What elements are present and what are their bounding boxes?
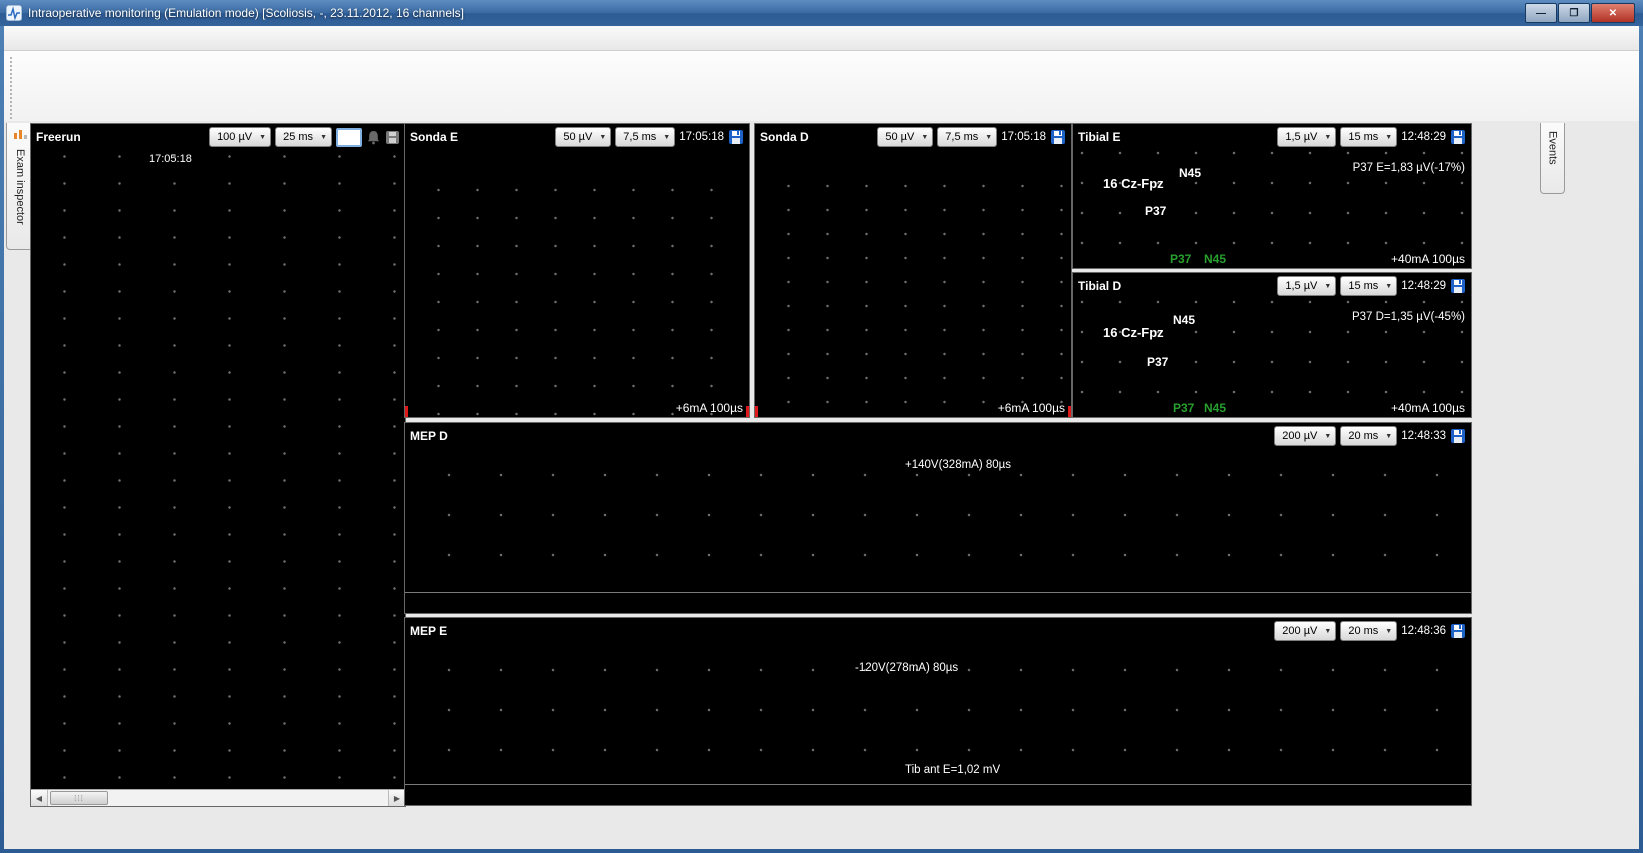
menu-bar — [4, 26, 1639, 51]
p37-cursor-label: P37 — [1173, 401, 1194, 415]
maximize-button[interactable]: ❐ — [1558, 3, 1590, 23]
capture-time: 12:48:29 — [1401, 131, 1446, 143]
electrode-label: 16 Cz-Fpz — [1103, 176, 1164, 191]
mep-e-panel: MEP E 200 µV▼ 20 ms▼ 12:48:36 -120V(278m… — [404, 617, 1472, 806]
chevron-down-icon: ▼ — [1385, 628, 1392, 635]
sweep-dropdown[interactable]: 15 ms▼ — [1340, 276, 1397, 296]
tibial-e-panel: Tibial E 1,5 µV▼ 15 ms▼ 12:48:29 16 Cz-F… — [1072, 123, 1472, 269]
scroll-right-arrow[interactable]: ▶ — [388, 790, 405, 806]
sonda-d-panel: Sonda D 50 µV▼ 7,5 ms▼ 17:05:18 +6mA 100… — [754, 123, 1072, 418]
p37-cursor-label: P37 — [1170, 252, 1191, 266]
scroll-thumb[interactable]: ⁞⁞⁞ — [50, 791, 108, 805]
panel-title: MEP D — [410, 429, 448, 443]
display-box-icon[interactable] — [336, 128, 362, 147]
capture-time: 12:48:36 — [1401, 625, 1446, 637]
chevron-down-icon: ▼ — [1324, 134, 1331, 141]
chevron-down-icon: ▼ — [1385, 134, 1392, 141]
stim-intensity-label: +40mA 100µs — [1391, 252, 1465, 266]
capture-time: 12:48:33 — [1401, 430, 1446, 442]
p37-marker-label: P37 — [1145, 204, 1166, 218]
mep-d-panel: MEP D 200 µV▼ 20 ms▼ 12:48:33 +140V(328m… — [404, 422, 1472, 614]
scale-dropdown[interactable]: 50 µV▼ — [877, 127, 933, 147]
scale-dropdown[interactable]: 1,5 µV▼ — [1277, 276, 1336, 296]
app-window: Intraoperative monitoring (Emulation mod… — [0, 0, 1643, 853]
chevron-down-icon: ▼ — [663, 134, 670, 141]
stim-intensity-label: +40mA 100µs — [1391, 401, 1465, 415]
chevron-down-icon: ▼ — [1385, 283, 1392, 290]
capture-time: 17:05:18 — [1001, 131, 1046, 143]
chevron-down-icon: ▼ — [1324, 628, 1331, 635]
chevron-down-icon: ▼ — [1324, 283, 1331, 290]
chevron-down-icon: ▼ — [1385, 433, 1392, 440]
sonda-e-panel: Sonda E 50 µV▼ 7,5 ms▼ 17:05:18 +6mA 100… — [404, 123, 750, 418]
save-icon-disabled[interactable] — [385, 130, 400, 145]
save-icon[interactable] — [1450, 428, 1466, 444]
sweep-dropdown[interactable]: 20 ms▼ — [1340, 621, 1397, 641]
scale-dropdown[interactable]: 200 µV▼ — [1274, 621, 1336, 641]
chevron-down-icon: ▼ — [1324, 433, 1331, 440]
chevron-down-icon: ▼ — [985, 134, 992, 141]
save-icon[interactable] — [1450, 278, 1466, 294]
scale-dropdown[interactable]: 50 µV▼ — [555, 127, 611, 147]
stim-intensity-label: +6mA 100µs — [676, 401, 743, 415]
chevron-down-icon: ▼ — [320, 134, 327, 141]
n45-marker-label: N45 — [1173, 313, 1195, 327]
toolbar-grip — [10, 57, 17, 119]
save-icon[interactable] — [728, 129, 744, 145]
n45-cursor-label: N45 — [1204, 401, 1226, 415]
panel-title: MEP E — [410, 624, 447, 638]
panel-title: Tibial E — [1078, 130, 1120, 144]
stim-intensity-label: +6mA 100µs — [998, 401, 1065, 415]
stim-annotation: -120V(278mA) 80µs — [855, 662, 958, 674]
capture-time: 17:05:18 — [679, 131, 724, 143]
horizontal-scrollbar[interactable]: ◀ ⁞⁞⁞ ▶ — [31, 789, 405, 806]
save-icon[interactable] — [1450, 623, 1466, 639]
sweep-dropdown[interactable]: 15 ms▼ — [1340, 127, 1397, 147]
measurement-label: P37 D=1,35 µV(-45%) — [1352, 311, 1465, 323]
stim-annotation: +140V(328mA) 80µs — [905, 459, 1011, 471]
p37-marker-label: P37 — [1147, 355, 1168, 369]
window-content: Exam inspector Events Freerun 100 µV▼ 25… — [4, 26, 1639, 849]
freerun-panel: Freerun 100 µV▼ 25 ms▼ 17:05:18 ◀ — [30, 123, 406, 807]
panel-title: Sonda E — [410, 130, 458, 144]
tab-label: Events — [1547, 131, 1559, 165]
tab-label: Exam inspector — [14, 149, 26, 225]
electrode-label: 16 Cz-Fpz — [1103, 325, 1164, 340]
close-button[interactable]: ✕ — [1591, 3, 1635, 23]
tab-events[interactable]: Events — [1540, 123, 1565, 194]
panel-title: Tibial D — [1078, 279, 1121, 293]
alarm-bell-icon[interactable] — [366, 130, 381, 145]
sweep-dropdown[interactable]: 25 ms▼ — [275, 127, 332, 147]
save-icon[interactable] — [1450, 129, 1466, 145]
panel-title: Sonda D — [760, 130, 809, 144]
tibial-d-panel: Tibial D 1,5 µV▼ 15 ms▼ 12:48:29 16 Cz-F… — [1072, 272, 1472, 418]
exam-inspector-icon — [13, 127, 27, 145]
sweep-dropdown[interactable]: 7,5 ms▼ — [615, 127, 675, 147]
panel-title: Freerun — [36, 130, 81, 144]
scale-dropdown[interactable]: 200 µV▼ — [1274, 426, 1336, 446]
chevron-down-icon: ▼ — [599, 134, 606, 141]
scale-dropdown[interactable]: 1,5 µV▼ — [1277, 127, 1336, 147]
save-icon[interactable] — [1050, 129, 1066, 145]
n45-cursor-label: N45 — [1204, 252, 1226, 266]
measurement-label: Tib ant E=1,02 mV — [905, 764, 1000, 776]
minimize-button[interactable]: — — [1525, 3, 1557, 23]
sweep-dropdown[interactable]: 20 ms▼ — [1340, 426, 1397, 446]
toolbar — [4, 51, 1639, 126]
scale-dropdown[interactable]: 100 µV▼ — [209, 127, 271, 147]
titlebar[interactable]: Intraoperative monitoring (Emulation mod… — [0, 0, 1643, 26]
chevron-down-icon: ▼ — [921, 134, 928, 141]
capture-time: 12:48:29 — [1401, 280, 1446, 292]
window-title: Intraoperative monitoring (Emulation mod… — [28, 6, 1525, 20]
app-icon — [6, 5, 22, 21]
chevron-down-icon: ▼ — [259, 134, 266, 141]
sweep-dropdown[interactable]: 7,5 ms▼ — [937, 127, 997, 147]
scroll-left-arrow[interactable]: ◀ — [31, 790, 48, 806]
measurement-label: P37 E=1,83 µV(-17%) — [1353, 162, 1465, 174]
n45-marker-label: N45 — [1179, 166, 1201, 180]
main-area: Exam inspector Events Freerun 100 µV▼ 25… — [4, 121, 1639, 849]
